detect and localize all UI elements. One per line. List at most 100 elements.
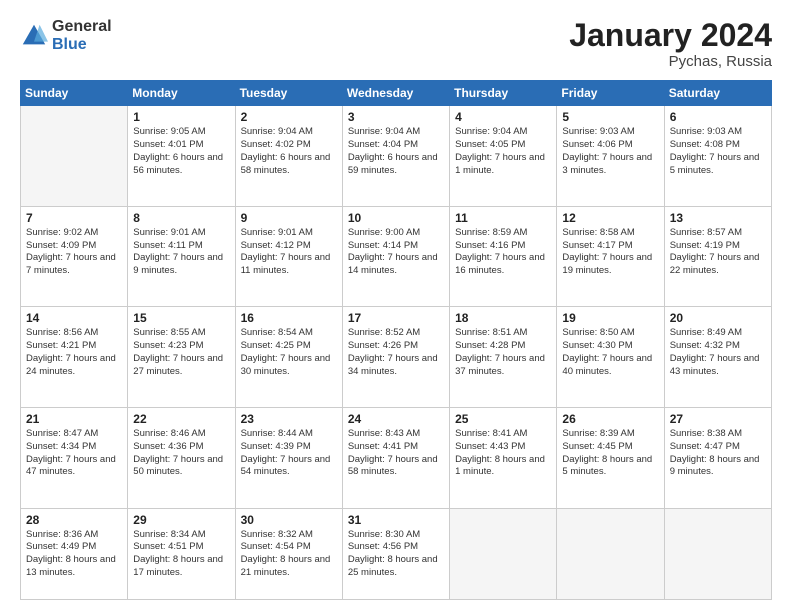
day-number: 9	[241, 211, 337, 225]
col-header-thursday: Thursday	[450, 81, 557, 106]
day-number: 14	[26, 311, 122, 325]
header-row: SundayMondayTuesdayWednesdayThursdayFrid…	[21, 81, 772, 106]
logo-general: General	[52, 18, 112, 36]
day-number: 28	[26, 513, 122, 527]
calendar-cell: 17 Sunrise: 8:52 AM Sunset: 4:26 PM Dayli…	[342, 307, 449, 408]
calendar-cell: 21 Sunrise: 8:47 AM Sunset: 4:34 PM Dayli…	[21, 407, 128, 508]
day-info: Sunrise: 8:59 AM Sunset: 4:16 PM Dayligh…	[455, 227, 551, 278]
col-header-tuesday: Tuesday	[235, 81, 342, 106]
day-info: Sunrise: 8:32 AM Sunset: 4:54 PM Dayligh…	[241, 529, 337, 580]
title-location: Pychas, Russia	[569, 53, 772, 70]
day-info: Sunrise: 9:05 AM Sunset: 4:01 PM Dayligh…	[133, 126, 229, 177]
day-number: 4	[455, 110, 551, 124]
calendar-cell: 20 Sunrise: 8:49 AM Sunset: 4:32 PM Dayli…	[664, 307, 771, 408]
calendar-cell: 28 Sunrise: 8:36 AM Sunset: 4:49 PM Dayli…	[21, 508, 128, 600]
title-month: January 2024	[569, 18, 772, 53]
day-info: Sunrise: 9:01 AM Sunset: 4:11 PM Dayligh…	[133, 227, 229, 278]
day-info: Sunrise: 8:34 AM Sunset: 4:51 PM Dayligh…	[133, 529, 229, 580]
calendar-cell: 25 Sunrise: 8:41 AM Sunset: 4:43 PM Dayli…	[450, 407, 557, 508]
day-number: 21	[26, 412, 122, 426]
day-info: Sunrise: 9:02 AM Sunset: 4:09 PM Dayligh…	[26, 227, 122, 278]
page: General Blue January 2024 Pychas, Russia…	[0, 0, 792, 612]
calendar-cell	[557, 508, 664, 600]
day-number: 16	[241, 311, 337, 325]
day-number: 2	[241, 110, 337, 124]
calendar-cell: 18Sunrise: 8:51 AM Sunset: 4:28 PM Dayli…	[450, 307, 557, 408]
day-number: 15	[133, 311, 229, 325]
day-number: 8	[133, 211, 229, 225]
day-info: Sunrise: 9:04 AM Sunset: 4:02 PM Dayligh…	[241, 126, 337, 177]
day-info: Sunrise: 8:30 AM Sunset: 4:56 PM Dayligh…	[348, 529, 444, 580]
day-info: Sunrise: 8:46 AM Sunset: 4:36 PM Dayligh…	[133, 428, 229, 479]
calendar-cell: 9 Sunrise: 9:01 AM Sunset: 4:12 PM Daylig…	[235, 206, 342, 307]
week-row-2: 7Sunrise: 9:02 AM Sunset: 4:09 PM Daylig…	[21, 206, 772, 307]
day-number: 24	[348, 412, 444, 426]
week-row-4: 21 Sunrise: 8:47 AM Sunset: 4:34 PM Dayli…	[21, 407, 772, 508]
calendar-cell: 10Sunrise: 9:00 AM Sunset: 4:14 PM Dayli…	[342, 206, 449, 307]
calendar-cell	[450, 508, 557, 600]
header: General Blue January 2024 Pychas, Russia	[20, 18, 772, 70]
day-info: Sunrise: 9:01 AM Sunset: 4:12 PM Dayligh…	[241, 227, 337, 278]
calendar-cell: 13 Sunrise: 8:57 AM Sunset: 4:19 PM Dayli…	[664, 206, 771, 307]
day-number: 11	[455, 211, 551, 225]
calendar-cell: 22 Sunrise: 8:46 AM Sunset: 4:36 PM Dayli…	[128, 407, 235, 508]
calendar-cell: 7Sunrise: 9:02 AM Sunset: 4:09 PM Daylig…	[21, 206, 128, 307]
day-number: 6	[670, 110, 766, 124]
day-info: Sunrise: 8:36 AM Sunset: 4:49 PM Dayligh…	[26, 529, 122, 580]
calendar-cell: 8 Sunrise: 9:01 AM Sunset: 4:11 PM Daylig…	[128, 206, 235, 307]
day-number: 22	[133, 412, 229, 426]
calendar-table: SundayMondayTuesdayWednesdayThursdayFrid…	[20, 80, 772, 600]
col-header-monday: Monday	[128, 81, 235, 106]
col-header-sunday: Sunday	[21, 81, 128, 106]
day-info: Sunrise: 9:03 AM Sunset: 4:08 PM Dayligh…	[670, 126, 766, 177]
day-info: Sunrise: 8:57 AM Sunset: 4:19 PM Dayligh…	[670, 227, 766, 278]
day-number: 25	[455, 412, 551, 426]
day-number: 27	[670, 412, 766, 426]
calendar-cell: 4 Sunrise: 9:04 AM Sunset: 4:05 PM Daylig…	[450, 106, 557, 207]
day-number: 23	[241, 412, 337, 426]
day-info: Sunrise: 9:04 AM Sunset: 4:05 PM Dayligh…	[455, 126, 551, 177]
day-info: Sunrise: 8:55 AM Sunset: 4:23 PM Dayligh…	[133, 327, 229, 378]
logo-icon	[20, 22, 48, 50]
calendar-cell: 15 Sunrise: 8:55 AM Sunset: 4:23 PM Dayli…	[128, 307, 235, 408]
day-number: 13	[670, 211, 766, 225]
col-header-friday: Friday	[557, 81, 664, 106]
calendar-cell: 24 Sunrise: 8:43 AM Sunset: 4:41 PM Dayli…	[342, 407, 449, 508]
calendar-cell: 27 Sunrise: 8:38 AM Sunset: 4:47 PM Dayli…	[664, 407, 771, 508]
day-number: 1	[133, 110, 229, 124]
day-number: 19	[562, 311, 658, 325]
day-info: Sunrise: 8:54 AM Sunset: 4:25 PM Dayligh…	[241, 327, 337, 378]
day-info: Sunrise: 8:47 AM Sunset: 4:34 PM Dayligh…	[26, 428, 122, 479]
day-number: 20	[670, 311, 766, 325]
week-row-1: 1 Sunrise: 9:05 AM Sunset: 4:01 PM Daylig…	[21, 106, 772, 207]
day-info: Sunrise: 8:58 AM Sunset: 4:17 PM Dayligh…	[562, 227, 658, 278]
col-header-saturday: Saturday	[664, 81, 771, 106]
calendar-cell: 30 Sunrise: 8:32 AM Sunset: 4:54 PM Dayli…	[235, 508, 342, 600]
calendar-cell: 6 Sunrise: 9:03 AM Sunset: 4:08 PM Daylig…	[664, 106, 771, 207]
day-number: 18	[455, 311, 551, 325]
calendar-cell	[21, 106, 128, 207]
day-info: Sunrise: 9:03 AM Sunset: 4:06 PM Dayligh…	[562, 126, 658, 177]
day-info: Sunrise: 8:49 AM Sunset: 4:32 PM Dayligh…	[670, 327, 766, 378]
calendar-cell: 29 Sunrise: 8:34 AM Sunset: 4:51 PM Dayli…	[128, 508, 235, 600]
day-number: 3	[348, 110, 444, 124]
calendar-cell: 16 Sunrise: 8:54 AM Sunset: 4:25 PM Dayli…	[235, 307, 342, 408]
col-header-wednesday: Wednesday	[342, 81, 449, 106]
day-number: 10	[348, 211, 444, 225]
day-info: Sunrise: 8:41 AM Sunset: 4:43 PM Dayligh…	[455, 428, 551, 479]
calendar-cell: 2 Sunrise: 9:04 AM Sunset: 4:02 PM Daylig…	[235, 106, 342, 207]
title-block: January 2024 Pychas, Russia	[569, 18, 772, 70]
calendar-cell: 5Sunrise: 9:03 AM Sunset: 4:06 PM Daylig…	[557, 106, 664, 207]
calendar-cell: 23Sunrise: 8:44 AM Sunset: 4:39 PM Dayli…	[235, 407, 342, 508]
day-info: Sunrise: 8:38 AM Sunset: 4:47 PM Dayligh…	[670, 428, 766, 479]
day-number: 17	[348, 311, 444, 325]
calendar-cell: 12Sunrise: 8:58 AM Sunset: 4:17 PM Dayli…	[557, 206, 664, 307]
day-number: 31	[348, 513, 444, 527]
calendar-cell: 26Sunrise: 8:39 AM Sunset: 4:45 PM Dayli…	[557, 407, 664, 508]
calendar-cell: 19Sunrise: 8:50 AM Sunset: 4:30 PM Dayli…	[557, 307, 664, 408]
day-number: 29	[133, 513, 229, 527]
calendar-cell	[664, 508, 771, 600]
day-info: Sunrise: 8:52 AM Sunset: 4:26 PM Dayligh…	[348, 327, 444, 378]
day-number: 30	[241, 513, 337, 527]
day-info: Sunrise: 8:43 AM Sunset: 4:41 PM Dayligh…	[348, 428, 444, 479]
